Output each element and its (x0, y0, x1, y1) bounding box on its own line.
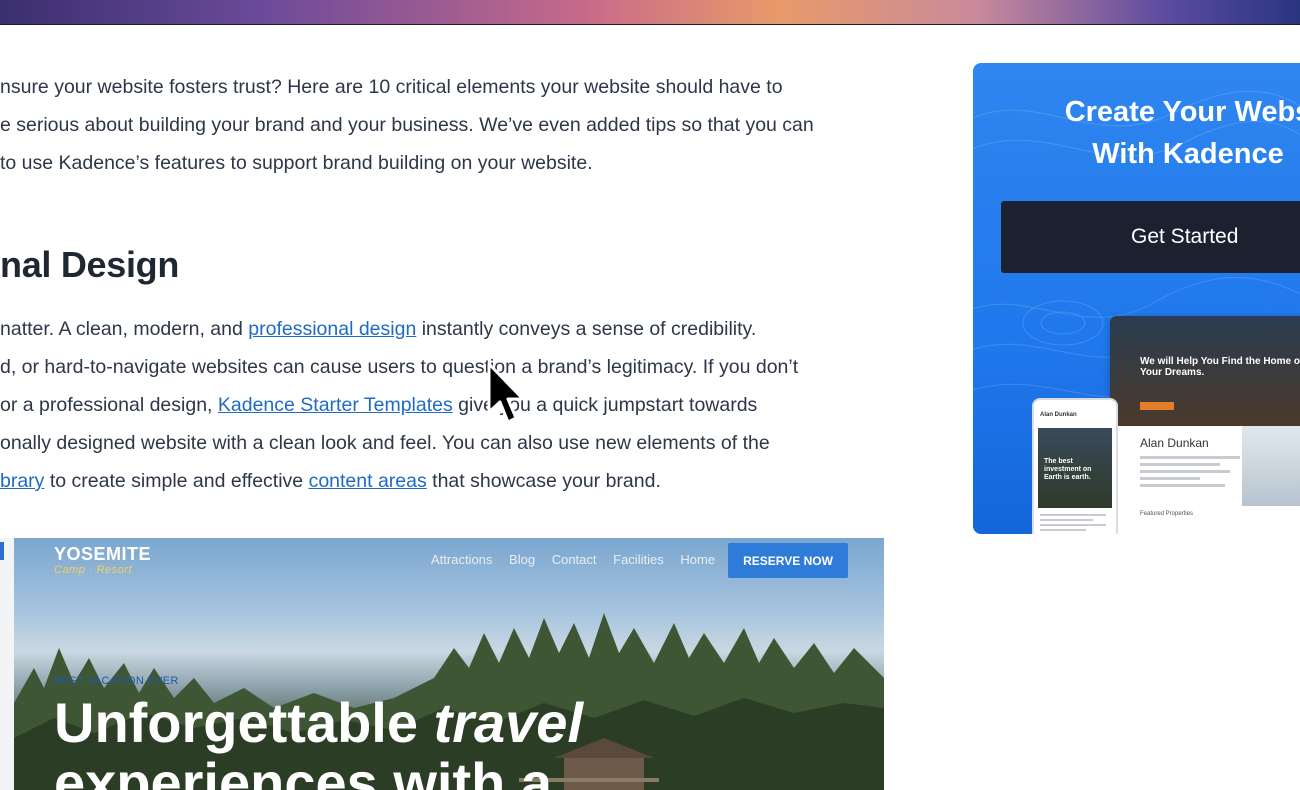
ad-title-line-1: Create Your Webs (1064, 96, 1300, 128)
phone-mockup-name: Alan Dunkan (1040, 412, 1077, 418)
intro-paragraph: nsure your website fosters trust? Here a… (0, 68, 814, 182)
get-started-button[interactable]: Get Started (1001, 201, 1300, 273)
nav-home: Home (680, 552, 716, 567)
nav-blog: Blog (509, 552, 536, 567)
mockup-text-lines (1140, 456, 1240, 491)
screenshot-nav: Attractions Blog Contact Facilities Home (431, 552, 728, 567)
text-segment: or a professional design, (0, 394, 218, 416)
design-line-2: d, or hard-to-navigate websites can caus… (0, 356, 799, 378)
mockup-hero: We will Help You Find the Home of Your D… (1110, 316, 1300, 426)
hero-title-emphasis: travel (433, 691, 583, 754)
library-link[interactable]: brary (0, 470, 44, 492)
mockup-name: Alan Dunkan (1140, 436, 1209, 450)
design-line-5: brary to create simple and effective con… (0, 462, 798, 500)
text-segment: natter. A clean, modern, and (0, 318, 249, 340)
design-line-1: natter. A clean, modern, and professiona… (0, 310, 798, 348)
hero-eyebrow: BEST VACATION EVER (54, 675, 179, 687)
window-top-gradient-bar (0, 0, 1300, 25)
text-segment: that showcase your brand. (426, 470, 661, 492)
content-areas-link[interactable]: content areas (309, 470, 427, 492)
edge-marker (0, 542, 4, 560)
ad-title-line-2: With Kadence (1092, 138, 1284, 170)
design-line-4: onally designed website with a clean loo… (0, 432, 770, 454)
yosemite-template-screenshot: YOSEMITE Camp · Resort Attractions Blog … (14, 538, 884, 790)
desktop-mockup-image: We will Help You Find the Home of Your D… (1110, 316, 1300, 534)
mockup-featured: Featured Properties (1140, 511, 1194, 517)
intro-line-2: e serious about building your brand and … (0, 114, 814, 136)
nav-contact: Contact (551, 552, 597, 567)
nav-facilities: Facilities (613, 552, 664, 567)
section-heading: nal Design (0, 244, 180, 285)
kadence-starter-templates-link[interactable]: Kadence Starter Templates (218, 394, 453, 416)
hero-title-line-2: experiences with a (54, 751, 553, 790)
design-paragraph: natter. A clean, modern, and professiona… (0, 310, 798, 500)
text-segment: to create simple and effective (44, 470, 309, 492)
text-segment: instantly conveys a sense of credibility… (416, 318, 757, 340)
yosemite-logo: YOSEMITE Camp · Resort (54, 544, 152, 578)
intro-line-1: nsure your website fosters trust? Here a… (0, 76, 783, 98)
kadence-sidebar-ad[interactable]: Create Your Webs With Kadence Get Starte… (973, 63, 1300, 534)
design-line-3: or a professional design, Kadence Starte… (0, 386, 798, 424)
mockup-person-photo (1242, 426, 1300, 506)
mockup-hero-text: We will Help You Find the Home of Your D… (1140, 356, 1300, 378)
phone-mockup-hero-text: The best investment on Earth is earth. (1044, 458, 1092, 481)
ad-title: Create Your Webs With Kadence (973, 91, 1300, 175)
logo-wordmark: YOSEMITE (54, 544, 152, 564)
mockup-hero-button (1140, 402, 1174, 410)
intro-line-3: to use Kadence’s features to support bra… (0, 152, 593, 174)
hero-title: Unforgettable travel experiences with a (54, 693, 583, 790)
reserve-now-button: RESERVE NOW (728, 543, 848, 578)
phone-mockup-lines (1040, 514, 1106, 534)
hero-title-part: Unforgettable (54, 691, 434, 754)
mouse-pointer-icon (487, 362, 525, 424)
nav-attractions: Attractions (431, 552, 493, 567)
professional-design-link[interactable]: professional design (248, 318, 416, 340)
phone-mockup-image: Alan Dunkan The best investment on Earth… (1032, 398, 1118, 534)
screenshot-left-edge (0, 538, 14, 790)
logo-subtitle: Camp · Resort (54, 564, 133, 576)
